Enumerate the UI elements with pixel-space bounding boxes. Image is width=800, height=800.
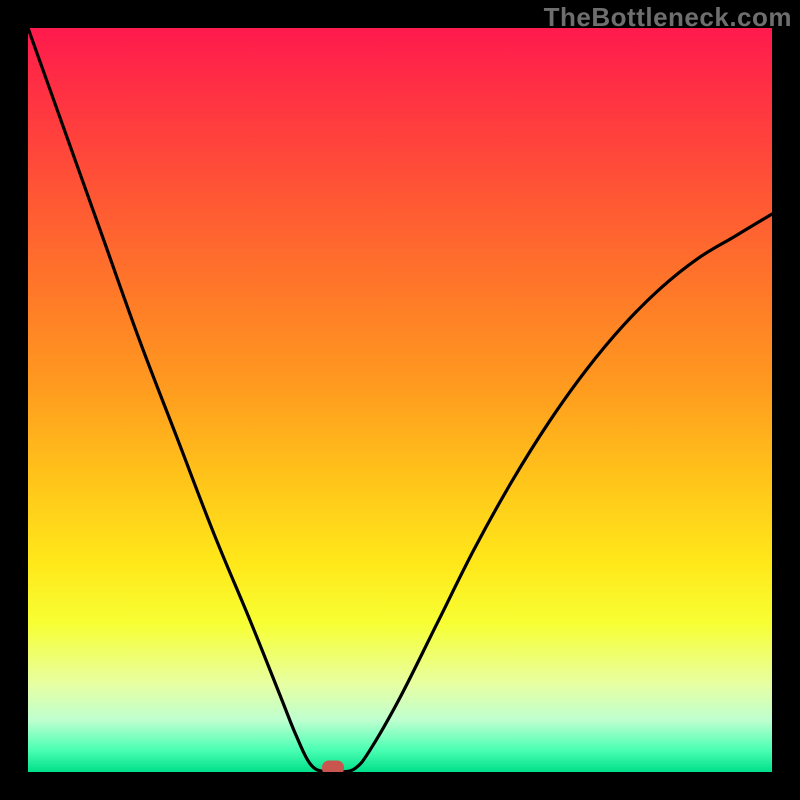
- chart-frame: TheBottleneck.com: [0, 0, 800, 800]
- curve-svg: [28, 28, 772, 772]
- bottleneck-curve: [28, 28, 772, 772]
- minimum-marker: [322, 761, 344, 772]
- plot-area: [28, 28, 772, 772]
- watermark-text: TheBottleneck.com: [544, 2, 792, 33]
